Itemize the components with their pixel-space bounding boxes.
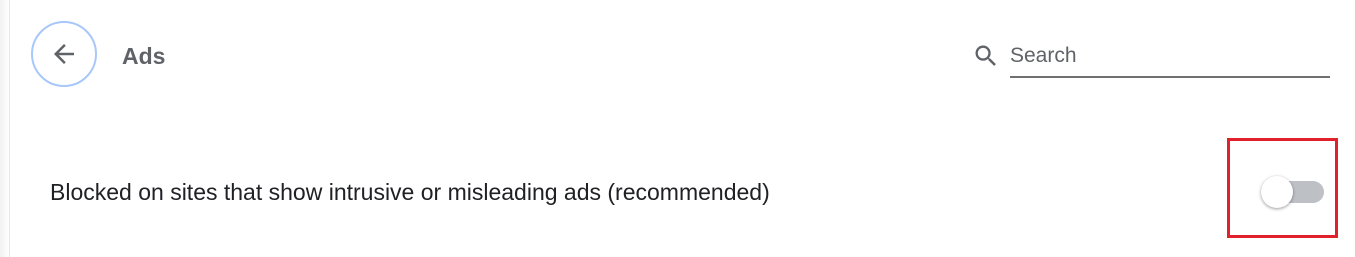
search-field [970, 36, 1330, 82]
settings-page: Ads Blocked on sites that show intrusive… [0, 0, 1355, 257]
arrow-left-icon [54, 44, 74, 64]
ads-setting-label: Blocked on sites that show intrusive or … [50, 179, 770, 205]
toggle-knob [1261, 176, 1293, 208]
ads-setting-row: Blocked on sites that show intrusive or … [0, 150, 1355, 236]
back-button[interactable] [31, 21, 97, 87]
search-input[interactable] [1010, 36, 1330, 78]
ads-toggle[interactable] [1260, 174, 1326, 210]
page-title: Ads [122, 43, 166, 69]
search-icon [975, 45, 996, 66]
